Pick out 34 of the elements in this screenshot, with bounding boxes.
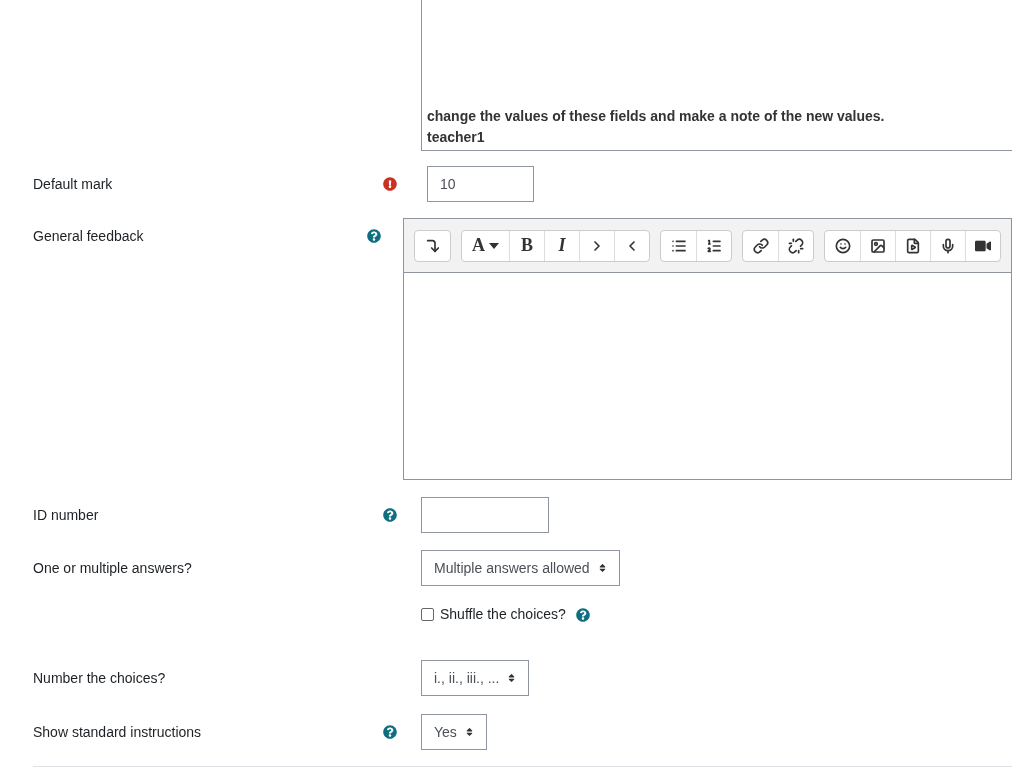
field-label: Number the choices? xyxy=(33,668,166,688)
video-camera-icon xyxy=(975,237,991,254)
sort-arrows-icon xyxy=(507,673,517,683)
toolbar-button[interactable]: B xyxy=(509,230,544,261)
help-icon[interactable] xyxy=(366,229,381,243)
toolbar-button[interactable]: I xyxy=(544,230,579,261)
dropdown[interactable]: Multiple answers allowed xyxy=(421,550,620,586)
field-label: One or multiple answers? xyxy=(33,558,192,578)
field-label: Default mark xyxy=(33,174,113,194)
editor-text: change the values of these fields and make a note of the new values. xyxy=(427,107,886,126)
toolbar-button[interactable]: A xyxy=(462,230,509,261)
editor-text: teacher1 xyxy=(427,128,486,147)
arrow-down-icon xyxy=(424,237,441,254)
sort-arrows-icon xyxy=(464,727,474,737)
numbered-list-icon xyxy=(706,237,722,254)
help-icon[interactable] xyxy=(383,725,397,739)
dropdown[interactable]: Yes xyxy=(421,714,487,750)
unlink-icon xyxy=(788,237,804,254)
microphone-icon xyxy=(940,237,956,254)
text-field[interactable] xyxy=(421,497,549,533)
link-icon xyxy=(752,237,769,254)
text-field[interactable]: 10 xyxy=(427,166,534,202)
field-label: ID number xyxy=(33,505,99,525)
image-icon xyxy=(870,237,886,254)
checkbox-label[interactable]: Shuffle the choices? xyxy=(440,604,566,625)
field-label: General feedback xyxy=(33,226,144,246)
video-file-icon xyxy=(905,237,921,254)
smiley-icon xyxy=(834,237,851,254)
sort-arrows-icon xyxy=(597,563,607,573)
dropdown[interactable]: i., ii., iii., ... xyxy=(421,660,530,696)
checkbox[interactable] xyxy=(421,608,434,621)
help-icon[interactable] xyxy=(575,607,590,622)
field-label: Show standard instructions xyxy=(33,722,202,742)
help-icon[interactable] xyxy=(383,508,397,522)
